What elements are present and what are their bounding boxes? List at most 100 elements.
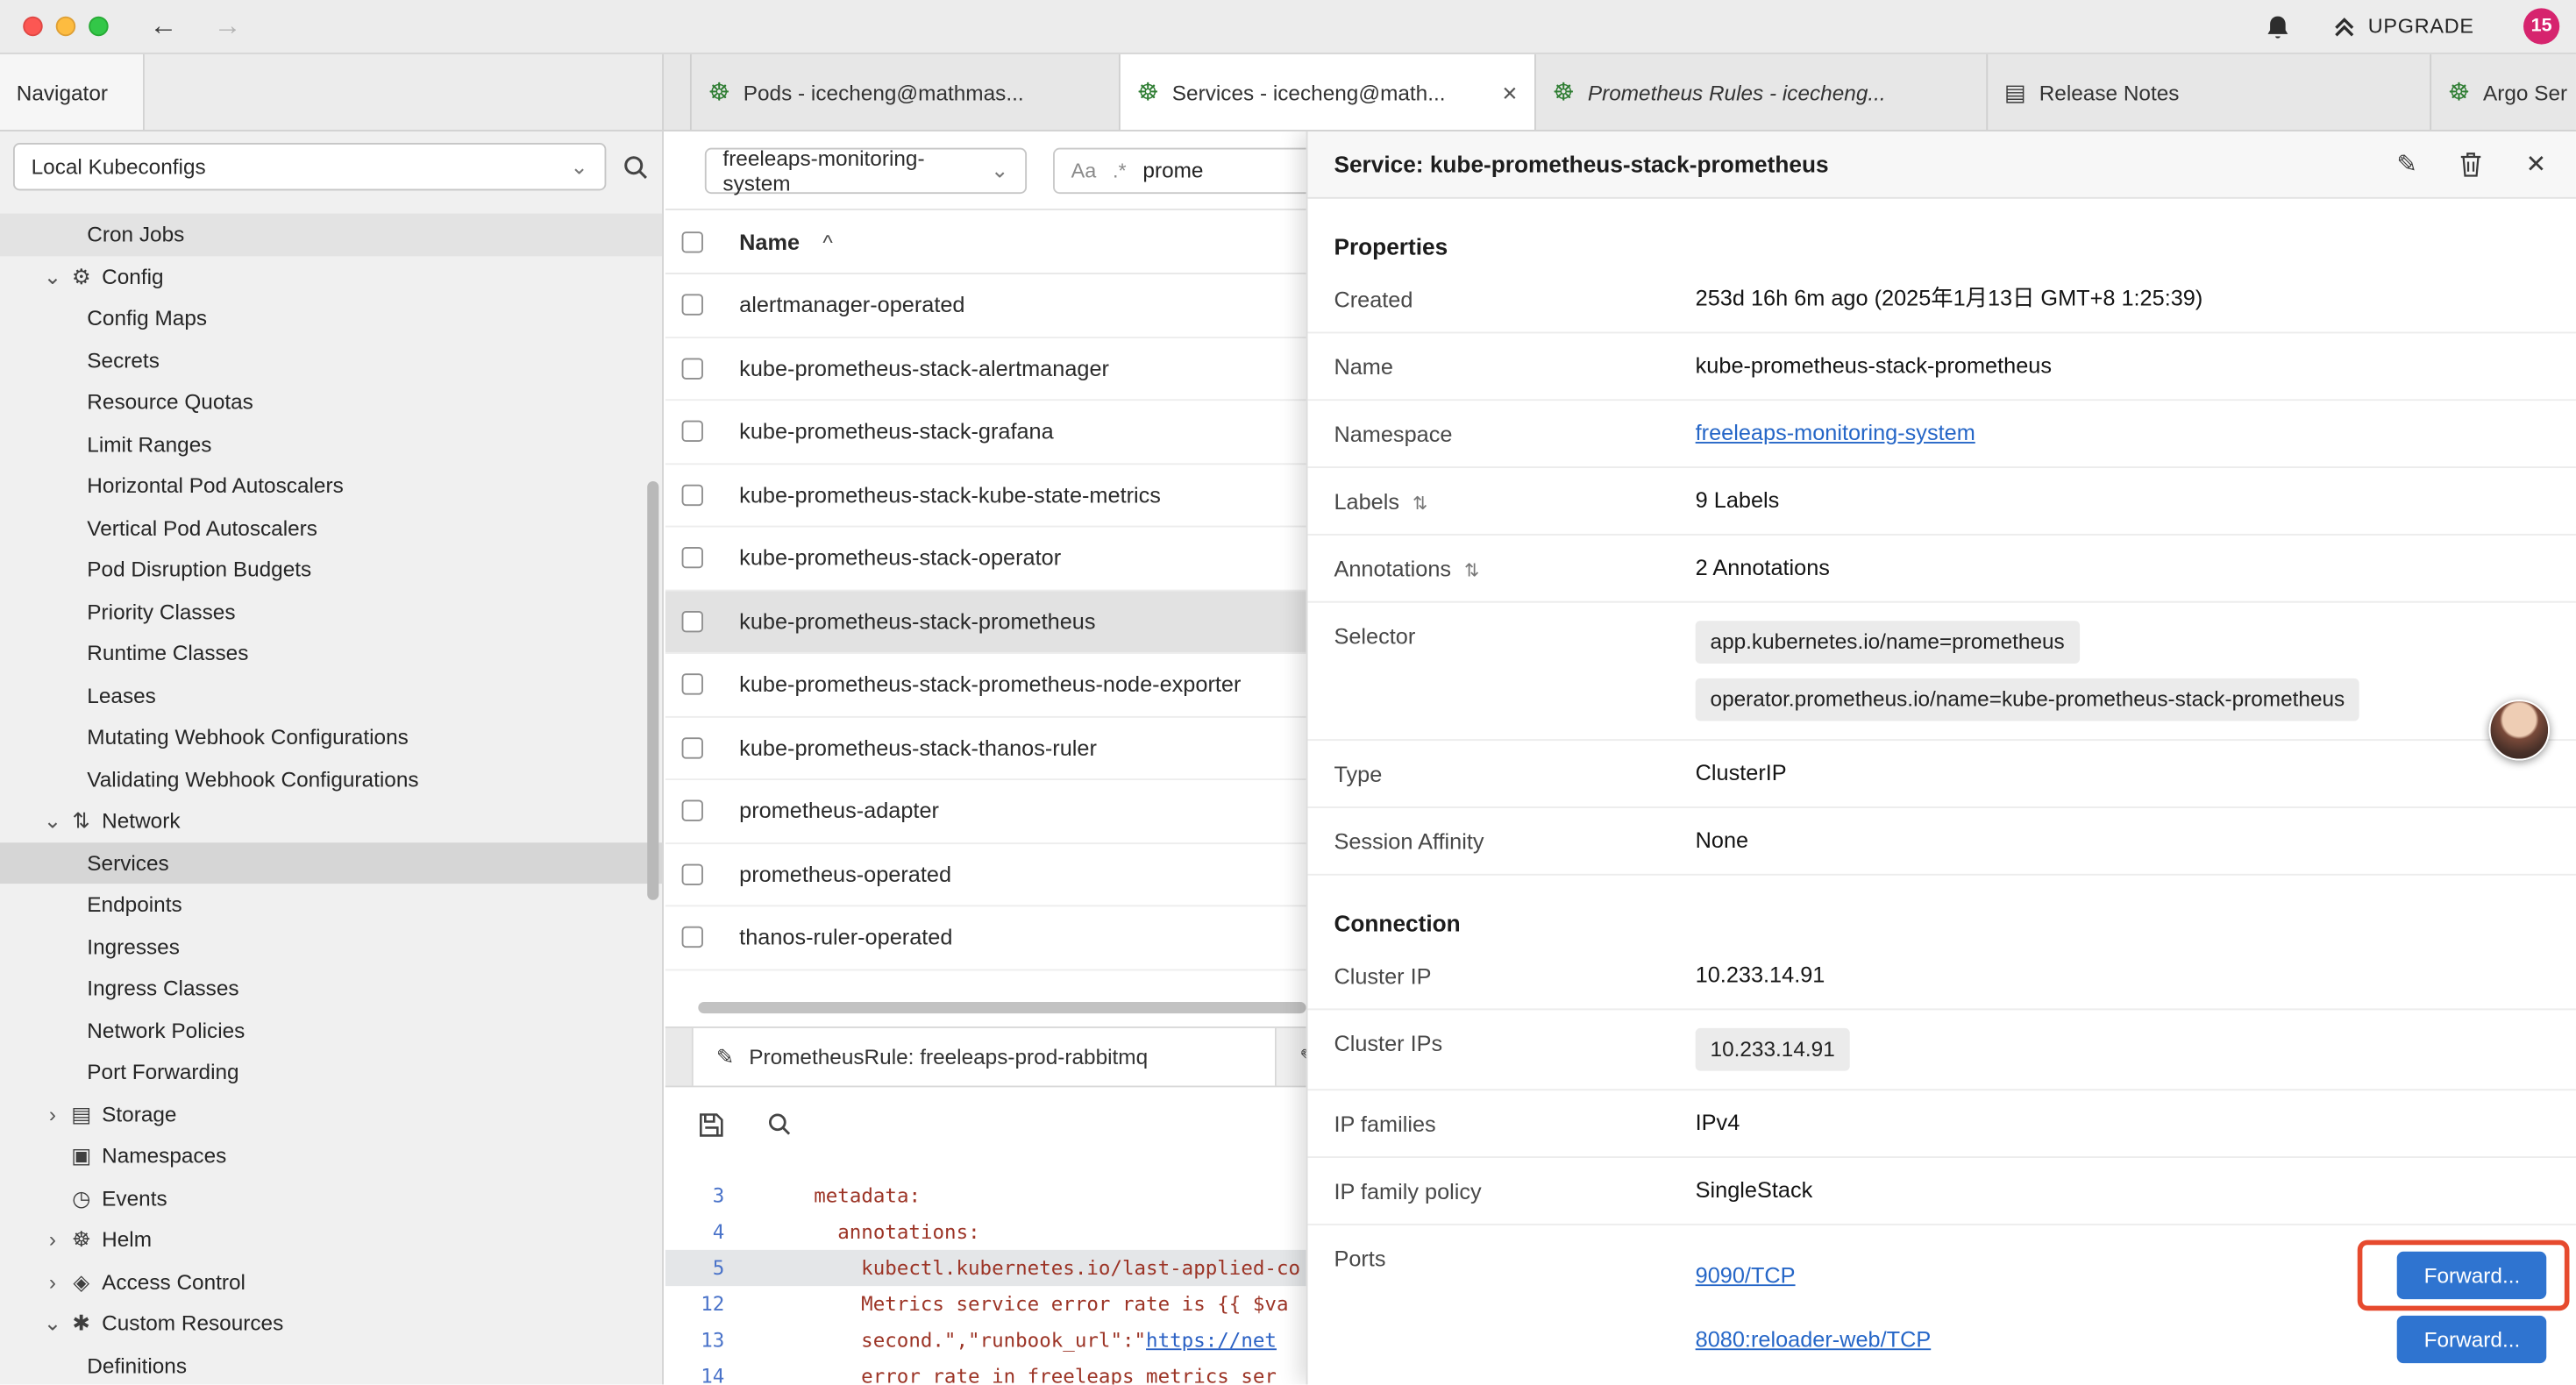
sidebar-item-pod-disruption-budgets[interactable]: Pod Disruption Budgets (0, 549, 662, 591)
row-checkbox[interactable] (682, 547, 703, 568)
window-close-button[interactable] (23, 17, 42, 36)
history-back-button[interactable]: ← (150, 10, 178, 42)
expand-toggle-icon[interactable]: ⇅ (1464, 562, 1479, 581)
forward-button[interactable]: Forward... (2398, 1252, 2547, 1299)
history-forward-button[interactable]: → (214, 10, 242, 42)
window-zoom-button[interactable] (89, 17, 108, 36)
sidebar-item-definitions[interactable]: Definitions (0, 1345, 662, 1385)
sidebar-item-resource-quotas[interactable]: Resource Quotas (0, 381, 662, 423)
tab-services-icecheng-math[interactable]: ☸Services - icecheng@math...✕ (1121, 54, 1536, 130)
port-link[interactable]: 8080:reloader-web/TCP (1696, 1325, 1932, 1354)
close-icon[interactable]: ✕ (2526, 152, 2547, 176)
row-checkbox[interactable] (682, 295, 703, 316)
editor-tab-prometheusrule[interactable]: ✎ PrometheusRule: freeleaps-prod-rabbitm… (692, 1028, 1277, 1086)
tab-prometheus-rules-icecheng[interactable]: ☸Prometheus Rules - icecheng... (1536, 54, 1988, 130)
row-checkbox[interactable] (682, 800, 703, 821)
code-text: error rate in freeleaps metrics ser (748, 1365, 1277, 1384)
regex-icon[interactable]: .* (1113, 159, 1127, 181)
detail-label: Cluster IP (1334, 961, 1695, 989)
edit-pencil-icon[interactable]: ✎ (2396, 152, 2417, 176)
notifications-bell-icon[interactable] (2266, 12, 2291, 40)
sidebar-item-config-maps[interactable]: Config Maps (0, 297, 662, 339)
row-checkbox[interactable] (682, 421, 703, 442)
code-text: metadata: (748, 1184, 922, 1207)
sidebar-item-network[interactable]: ⌄⇅Network (0, 799, 662, 842)
navigator-title: Navigator (17, 80, 108, 104)
sidebar-item-label: Validating Webhook Configurations (87, 767, 418, 792)
sidebar-item-namespaces[interactable]: ▣Namespaces (0, 1135, 662, 1177)
sidebar-item-mutating-webhook-configurations[interactable]: Mutating Webhook Configurations (0, 716, 662, 758)
tab-argo-ser[interactable]: ☸Argo Ser (2431, 54, 2576, 130)
sidebar-item-priority-classes[interactable]: Priority Classes (0, 591, 662, 633)
editor-search-icon[interactable] (767, 1112, 792, 1136)
chevron-right-icon[interactable]: › (39, 1104, 66, 1125)
namespace-link[interactable]: freeleaps-monitoring-system (1696, 421, 1975, 445)
sidebar-item-label: Priority Classes (87, 599, 235, 623)
sidebar-item-label: Events (102, 1185, 167, 1210)
chevron-right-icon[interactable]: › (39, 1271, 66, 1292)
sidebar-item-network-policies[interactable]: Network Policies (0, 1009, 662, 1051)
sidebar-item-ingresses[interactable]: Ingresses (0, 926, 662, 968)
sidebar-item-cron-jobs[interactable]: Cron Jobs (0, 214, 662, 256)
sort-ascending-icon[interactable]: ^ (822, 229, 832, 253)
sidebar-search-icon[interactable] (623, 153, 649, 180)
sidebar-item-secrets[interactable]: Secrets (0, 339, 662, 381)
row-checkbox[interactable] (682, 484, 703, 505)
delete-trash-icon[interactable] (2460, 151, 2483, 177)
match-case-icon[interactable]: Aa (1071, 159, 1097, 181)
drawer-body: PropertiesCreated253d 16h 6m ago (2025年1… (1307, 233, 2575, 1384)
namespace-select[interactable]: freeleaps-monitoring-system ⌄ (705, 147, 1027, 193)
sidebar-item-ingress-classes[interactable]: Ingress Classes (0, 968, 662, 1010)
sidebar-scrollbar[interactable] (647, 481, 658, 900)
tab-pods-icecheng-mathmas[interactable]: ☸Pods - icecheng@mathmas... (690, 54, 1121, 130)
row-checkbox[interactable] (682, 737, 703, 758)
service-name: prometheus-adapter (739, 799, 939, 823)
sidebar-item-events[interactable]: ◷Events (0, 1177, 662, 1219)
chevron-down-icon[interactable]: ⌄ (39, 810, 66, 831)
code-token: Metrics service error rate is {{ $va (861, 1293, 1288, 1316)
sidebar-item-access-control[interactable]: ›◈Access Control (0, 1261, 662, 1303)
sidebar-item-leases[interactable]: Leases (0, 674, 662, 716)
service-name: kube-prometheus-stack-grafana (739, 419, 1054, 444)
upgrade-button[interactable]: UPGRADE (2333, 15, 2473, 38)
sidebar-item-label: Runtime Classes (87, 641, 248, 665)
row-checkbox[interactable] (682, 927, 703, 948)
sidebar-item-horizontal-pod-autoscalers[interactable]: Horizontal Pod Autoscalers (0, 465, 662, 507)
row-checkbox[interactable] (682, 674, 703, 695)
kubeconfig-select[interactable]: Local Kubeconfigs ⌄ (13, 143, 606, 190)
sidebar-item-endpoints[interactable]: Endpoints (0, 884, 662, 926)
sidebar-item-validating-webhook-configurations[interactable]: Validating Webhook Configurations (0, 758, 662, 800)
window-minimize-button[interactable] (56, 17, 75, 36)
select-all-checkbox[interactable] (682, 231, 703, 252)
sidebar-item-services[interactable]: Services (0, 842, 662, 884)
row-checkbox[interactable] (682, 358, 703, 379)
sidebar-item-limit-ranges[interactable]: Limit Ranges (0, 423, 662, 465)
detail-label: Type (1334, 759, 1695, 787)
chevron-right-icon[interactable]: › (39, 1229, 66, 1250)
forward-button[interactable]: Forward... (2398, 1316, 2547, 1363)
tab-label: Pods - icecheng@mathmas... (744, 80, 1102, 104)
row-checkbox[interactable] (682, 863, 703, 884)
name-column-header[interactable]: Name (739, 229, 800, 253)
sidebar-item-runtime-classes[interactable]: Runtime Classes (0, 632, 662, 674)
sidebar-item-config[interactable]: ⌄⚙Config (0, 255, 662, 297)
expand-toggle-icon[interactable]: ⇅ (1413, 494, 1427, 514)
sidebar-item-label: Leases (87, 683, 156, 707)
notification-count-badge[interactable]: 15 (2523, 8, 2559, 44)
detail-label: Name (1334, 352, 1695, 380)
sidebar-item-storage[interactable]: ›▤Storage (0, 1093, 662, 1135)
tab-release-notes[interactable]: ▤Release Notes (1988, 54, 2431, 130)
port-link[interactable]: 9090/TCP (1696, 1261, 1796, 1290)
sidebar-item-helm[interactable]: ›☸Helm (0, 1218, 662, 1261)
close-tab-icon[interactable]: ✕ (1501, 82, 1518, 104)
sidebar-item-custom-resources[interactable]: ⌄✱Custom Resources (0, 1303, 662, 1345)
sidebar-item-vertical-pod-autoscalers[interactable]: Vertical Pod Autoscalers (0, 507, 662, 549)
horizontal-scrollbar[interactable] (698, 1002, 1306, 1013)
sidebar-item-port-forwarding[interactable]: Port Forwarding (0, 1051, 662, 1093)
navigator-panel-tab[interactable]: Navigator (0, 54, 145, 130)
chevron-down-icon[interactable]: ⌄ (39, 1313, 66, 1334)
save-icon[interactable] (698, 1112, 724, 1138)
row-checkbox[interactable] (682, 611, 703, 632)
chevron-down-icon[interactable]: ⌄ (39, 266, 66, 287)
user-avatar[interactable] (2489, 700, 2550, 760)
